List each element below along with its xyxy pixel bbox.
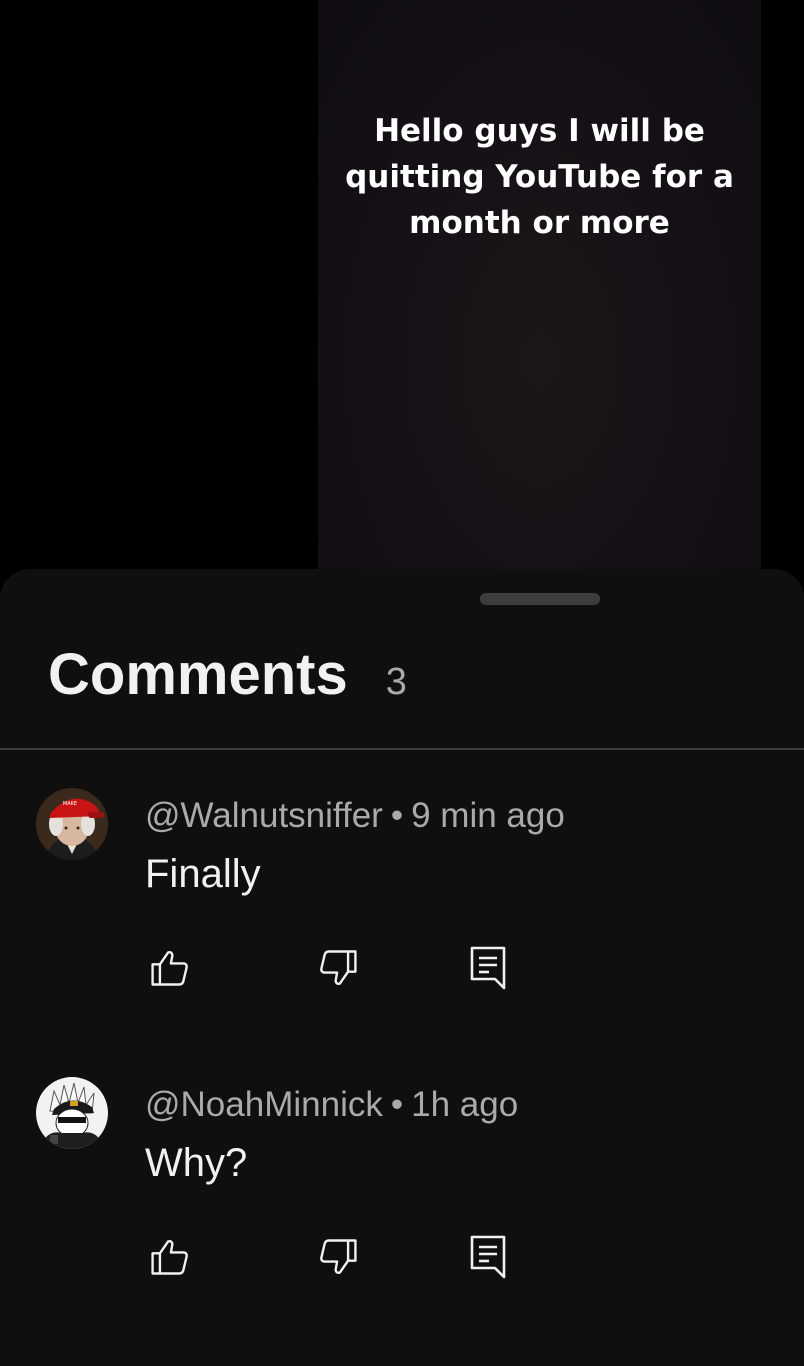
comment-actions (145, 943, 565, 993)
reply-comment-icon (470, 946, 506, 990)
thumbs-down-icon (320, 950, 357, 985)
comment-author[interactable]: @NoahMinnick (145, 1085, 383, 1124)
user-avatar[interactable] (36, 1077, 108, 1149)
comment-text: Finally (145, 852, 261, 896)
video-player[interactable]: Hello guys I will be quitting YouTube fo… (0, 0, 804, 600)
thumbs-up-icon (151, 1240, 188, 1275)
dislike-button[interactable] (313, 943, 363, 993)
video-caption-text: Hello guys I will be quitting YouTube fo… (345, 113, 734, 241)
red-cap-portrait-avatar-icon: MAKE (36, 788, 108, 860)
comment-time: 1h ago (411, 1085, 519, 1124)
meta-separator: • (390, 796, 404, 835)
video-frame[interactable] (318, 0, 761, 600)
thumbs-up-icon (151, 951, 188, 986)
comments-sheet: Comments 3 MAKE @Walnutsniffer • 9 min ago (0, 569, 804, 1366)
anime-character-avatar-icon (36, 1077, 108, 1149)
comment-meta: @NoahMinnick • 1h ago (145, 1085, 518, 1125)
svg-text:MAKE: MAKE (63, 801, 77, 807)
header-divider (0, 748, 804, 750)
drag-handle[interactable] (480, 593, 600, 605)
reply-button[interactable] (463, 943, 513, 993)
thumbs-down-icon (320, 1239, 357, 1274)
comment-actions (145, 1232, 565, 1282)
comment-text: Why? (145, 1141, 248, 1185)
user-avatar[interactable]: MAKE (36, 788, 108, 860)
reply-comment-icon (470, 1235, 506, 1279)
comment-time: 9 min ago (411, 796, 565, 835)
comment-item: MAKE @Walnutsniffer • 9 min ago Finally (0, 788, 804, 1038)
dislike-button[interactable] (313, 1232, 363, 1282)
like-button[interactable] (145, 1232, 195, 1282)
like-button[interactable] (145, 943, 195, 993)
comment-item: @NoahMinnick • 1h ago Why? (0, 1077, 804, 1327)
comments-title: Comments (48, 642, 348, 707)
reply-button[interactable] (463, 1232, 513, 1282)
comment-meta: @Walnutsniffer • 9 min ago (145, 796, 565, 836)
meta-separator: • (390, 1085, 404, 1124)
comments-count: 3 (385, 661, 407, 703)
comment-author[interactable]: @Walnutsniffer (145, 796, 383, 835)
comments-header: Comments 3 (48, 641, 407, 711)
